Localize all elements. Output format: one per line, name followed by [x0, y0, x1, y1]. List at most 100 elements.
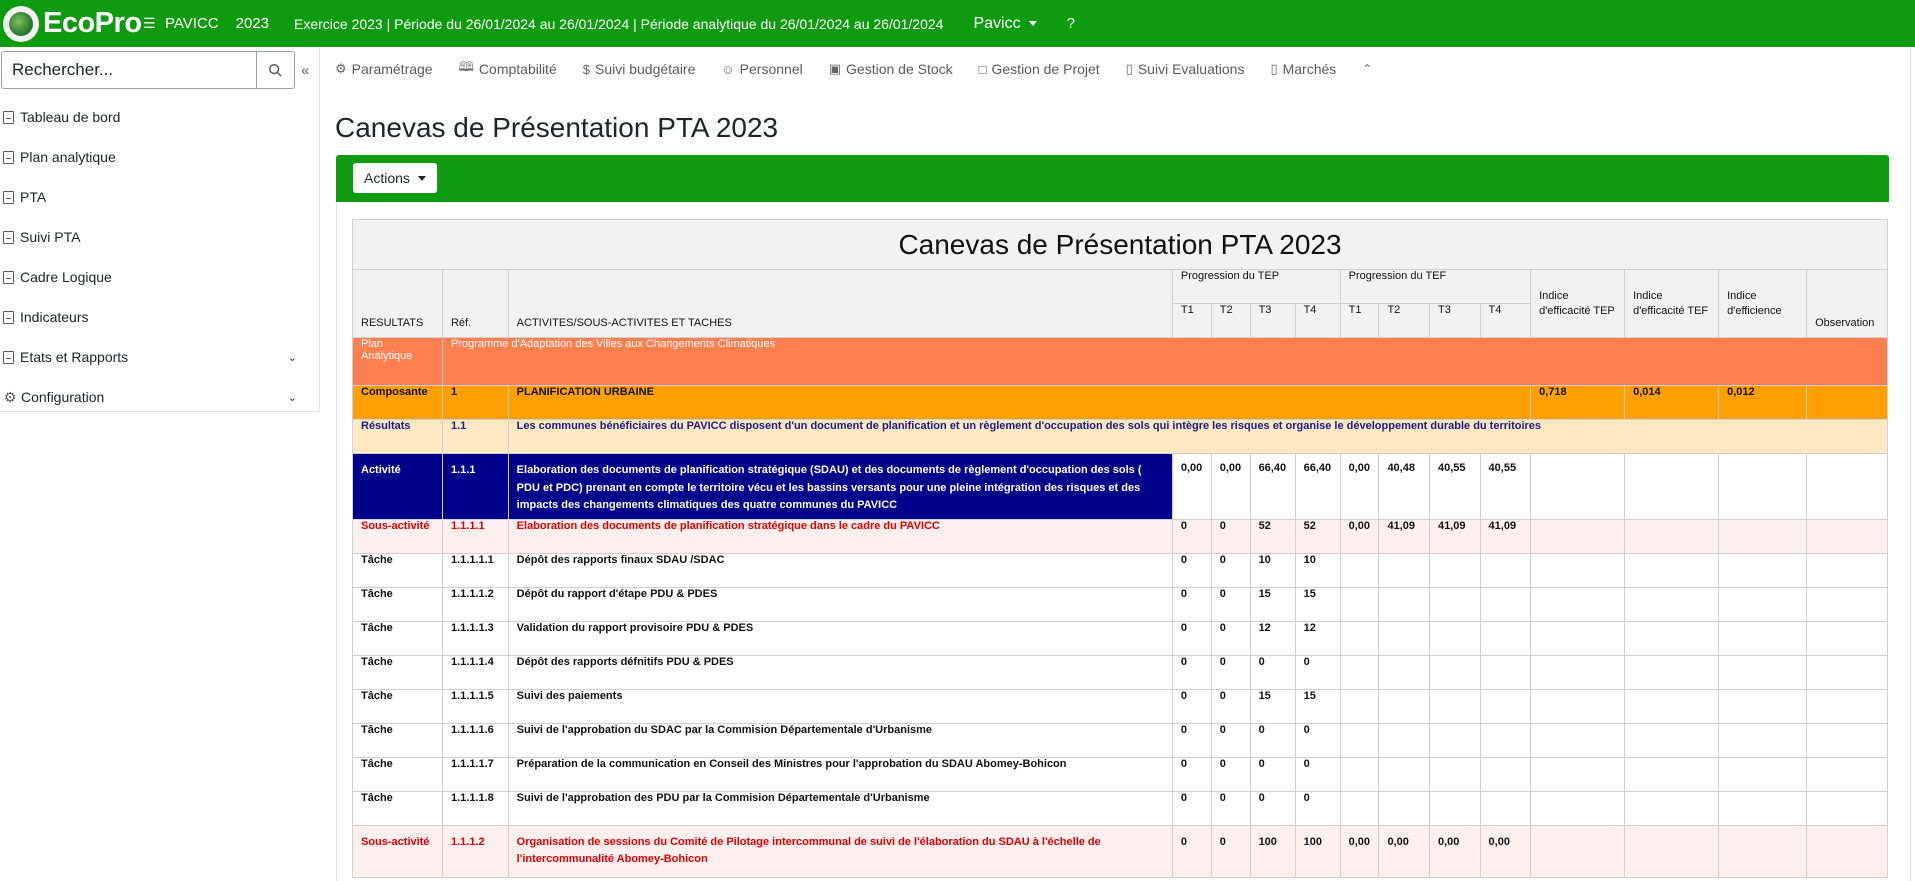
book-icon: 🕮: [458, 59, 474, 74]
document-icon: [3, 350, 14, 364]
hamburger-menu-icon[interactable]: ☰: [143, 15, 165, 32]
tef-t3: 41,09: [1428, 519, 1481, 554]
nav-comptabilite[interactable]: 🕮 Comptabilité: [459, 58, 557, 80]
table-row-resultats: Résultats 1.1 Les communes bénéficiaires…: [352, 419, 1889, 454]
gear-icon: ⚙: [3, 388, 17, 405]
tep-t1: 0: [1171, 519, 1212, 554]
tep-t4: 0: [1294, 655, 1341, 690]
sidebar-item-pta[interactable]: PTA: [0, 177, 319, 217]
row-indice-tep: [1530, 757, 1626, 792]
row-indice-efficience: [1718, 621, 1808, 656]
row-indice-efficience: [1718, 825, 1808, 878]
sidebar-item-cadre-logique[interactable]: Cadre Logique: [0, 257, 319, 297]
tef-t2: 40,48: [1378, 453, 1430, 520]
sidebar-item-label: PTA: [20, 189, 47, 205]
row-type: Tâche: [352, 587, 443, 622]
nav-marches[interactable]: ▯ Marchés: [1270, 61, 1336, 77]
nav-parametrage[interactable]: ⚙ Paramétrage: [335, 61, 433, 77]
sidebar-item-configuration[interactable]: ⚙ Configuration ⌄: [0, 377, 319, 417]
tef-t2: [1378, 689, 1430, 724]
row-type: Activité: [352, 453, 443, 520]
tef-t4: [1479, 621, 1532, 656]
nav-gestion-de-projet[interactable]: □ Gestion de Projet: [979, 61, 1100, 77]
tep-t2: 0,00: [1210, 453, 1251, 520]
table-row-sous-activite: Sous-activité 1.1.1.1 Elaboration des do…: [352, 519, 1888, 554]
folder-icon: □: [978, 61, 987, 77]
tef-t4: [1479, 587, 1532, 622]
tef-t3: 0,00: [1428, 825, 1481, 878]
nav-suivi-budgetaire[interactable]: $ Suivi budgétaire: [583, 61, 696, 77]
table-row-tache: Tâche 1.1.1.1.4 Dépôt des rapports défni…: [352, 655, 1888, 690]
row-indice-efficience: [1718, 655, 1808, 690]
sidebar-item-indicateurs[interactable]: Indicateurs: [0, 297, 319, 337]
fiscal-year[interactable]: 2023: [236, 15, 269, 32]
sidebar-item-tableau-de-bord[interactable]: Tableau de bord: [0, 97, 319, 137]
row-indice-tef: [1624, 453, 1720, 520]
search-input[interactable]: [1, 51, 256, 89]
nav-suivi-evaluations[interactable]: ▯ Suivi Evaluations: [1126, 61, 1245, 77]
tef-t3: [1428, 791, 1481, 826]
row-indice-tep: [1530, 621, 1626, 656]
collapse-up-icon[interactable]: ⌃: [1362, 62, 1372, 76]
tep-t4: 0: [1294, 757, 1341, 792]
row-indice-tep: [1530, 689, 1626, 724]
collapse-sidebar-icon[interactable]: «: [301, 62, 319, 78]
tef-t2: [1378, 655, 1430, 690]
tef-t4: [1479, 723, 1532, 758]
tep-t2: 0: [1210, 757, 1251, 792]
tep-t4: 12: [1294, 621, 1341, 656]
row-observation: [1806, 553, 1888, 588]
tep-t1: 0: [1171, 553, 1212, 588]
user-menu[interactable]: Pavicc: [973, 14, 1037, 33]
tef-t4: [1479, 757, 1532, 792]
row-ref: 1.1: [441, 419, 509, 454]
tef-t3: 40,55: [1428, 453, 1481, 520]
tep-t3: 15: [1249, 689, 1296, 724]
module-nav: ⚙ Paramétrage 🕮 Comptabilité $ Suivi budgét…: [335, 56, 1372, 82]
sidebar-item-label: Plan analytique: [20, 149, 116, 165]
tef-t3: [1428, 757, 1481, 792]
row-label: Dépôt des rapports finaux SDAU /SDAC: [507, 553, 1173, 588]
tef-t1: [1339, 723, 1380, 758]
nav-label: Paramétrage: [351, 61, 433, 77]
sidebar-item-label: Etats et Rapports: [20, 349, 129, 365]
table-row-sous-activite: Sous-activité 1.1.1.2 Organisation de se…: [352, 825, 1888, 878]
row-indice-tep: [1530, 453, 1626, 520]
row-indice-tep: [1530, 519, 1626, 554]
app-name[interactable]: PAVICC: [165, 15, 219, 32]
tef-t3: [1428, 723, 1481, 758]
header-tep-t4: T4: [1294, 303, 1341, 338]
actions-dropdown-button[interactable]: Actions: [353, 163, 437, 193]
row-ref: 1.1.1.1.3: [441, 621, 509, 656]
tef-t2: [1378, 723, 1430, 758]
row-indice-tef: [1624, 519, 1720, 554]
row-indice-efficience: [1718, 519, 1808, 554]
row-type: Tâche: [352, 757, 443, 792]
tep-t3: 0: [1249, 723, 1296, 758]
row-ref: 1.1.1.1.8: [441, 791, 509, 826]
table-row-tache: Tâche 1.1.1.1.8 Suivi de l'approbation d…: [352, 791, 1888, 826]
row-indice-tef: [1624, 621, 1720, 656]
sidebar-item-suivi-pta[interactable]: Suivi PTA: [0, 217, 319, 257]
tep-t4: 10: [1294, 553, 1341, 588]
row-indice-efficience: [1718, 553, 1808, 588]
table-row-tache: Tâche 1.1.1.1.6 Suivi de l'approbation d…: [352, 723, 1888, 758]
sidebar-item-etats-et-rapports[interactable]: Etats et Rapports ⌄: [0, 337, 319, 377]
tef-t1: [1339, 621, 1380, 656]
row-ref: 1.1.1.1: [441, 519, 509, 554]
row-label: Organisation de sessions du Comité de Pi…: [507, 825, 1173, 878]
row-label: Suivi de l'approbation des PDU par la Co…: [507, 791, 1173, 826]
page-scrollbar[interactable]: [1910, 47, 1915, 881]
document-icon: [3, 190, 14, 204]
logo[interactable]: EcoPro: [3, 5, 143, 42]
table-row-activite: Activité 1.1.1 Elaboration des documents…: [352, 453, 1888, 520]
search-button[interactable]: [255, 51, 296, 89]
nav-label: Comptabilité: [478, 61, 557, 77]
nav-personnel[interactable]: ☺ Personnel: [721, 61, 802, 77]
tef-t1: [1339, 655, 1380, 690]
sidebar-item-plan-analytique[interactable]: Plan analytique: [0, 137, 319, 177]
user-name: Pavicc: [973, 14, 1021, 32]
row-ref: 1.1.1.1.6: [441, 723, 509, 758]
nav-gestion-de-stock[interactable]: ▣ Gestion de Stock: [829, 61, 953, 77]
help-button[interactable]: ?: [1067, 15, 1075, 32]
